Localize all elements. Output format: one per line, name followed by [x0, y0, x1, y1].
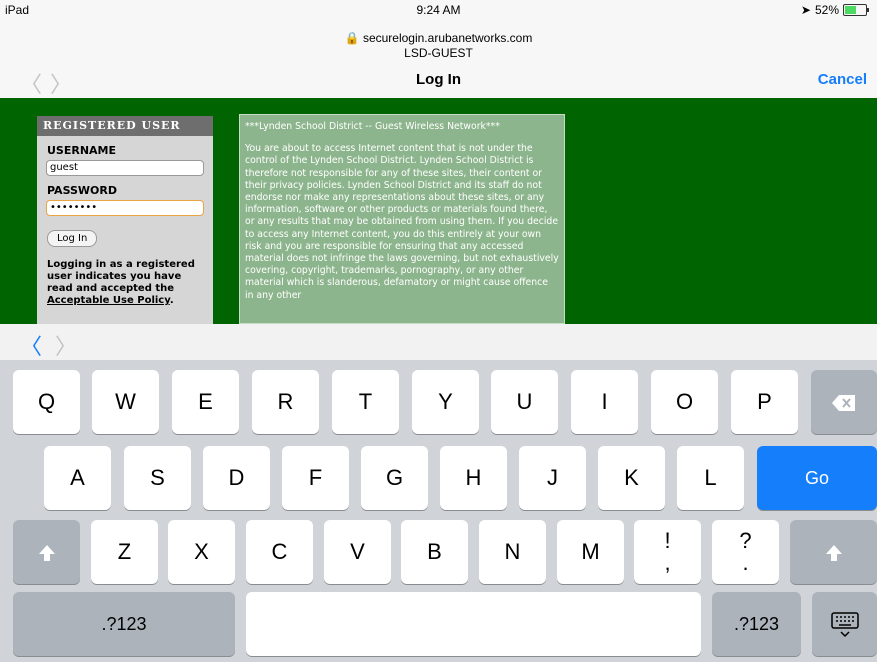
login-panel: REGISTERED USER USERNAME guest PASSWORD …: [37, 116, 213, 324]
password-field[interactable]: ••••••••: [46, 200, 204, 216]
backspace-icon: [832, 395, 855, 412]
cancel-button[interactable]: Cancel: [818, 71, 867, 88]
battery-percent: 52%: [814, 3, 839, 17]
notice-title: ***Lynden School District -- Guest Wirel…: [245, 121, 500, 132]
username-field[interactable]: guest: [46, 160, 204, 176]
shift-key-right[interactable]: [790, 520, 877, 584]
shift-key-left[interactable]: [13, 520, 80, 584]
key-p[interactable]: P: [731, 370, 798, 434]
key-t[interactable]: T: [332, 370, 399, 434]
key-q[interactable]: Q: [13, 370, 80, 434]
login-info: Logging in as a registered user indicate…: [47, 259, 195, 306]
status-bar: iPad 9:24 AM ➤ 52%: [0, 0, 877, 20]
key-exclamation-comma[interactable]: !,: [634, 520, 701, 584]
key-s[interactable]: S: [124, 446, 191, 510]
key-j[interactable]: J: [519, 446, 586, 510]
key-x[interactable]: X: [168, 520, 235, 584]
key-g[interactable]: G: [361, 446, 428, 510]
clock: 9:24 AM: [416, 3, 461, 17]
login-info-text: Logging in as a registered user indicate…: [47, 259, 195, 294]
battery-icon: [843, 4, 869, 16]
notice-panel: ***Lynden School District -- Guest Wirel…: [239, 114, 565, 324]
shift-icon: [825, 545, 842, 562]
key-r[interactable]: R: [252, 370, 319, 434]
network-name: LSD-GUEST: [404, 46, 473, 60]
key-z[interactable]: Z: [91, 520, 158, 584]
key-e[interactable]: E: [172, 370, 239, 434]
shift-icon: [38, 545, 55, 562]
keyboard: Q W E R T Y U I O P A S D F G H J K L Go…: [0, 360, 877, 662]
key-i[interactable]: I: [571, 370, 638, 434]
web-content: REGISTERED USER USERNAME guest PASSWORD …: [0, 98, 877, 324]
key-m[interactable]: M: [557, 520, 624, 584]
notice-body: You are about to access Internet content…: [245, 143, 559, 301]
key-b[interactable]: B: [401, 520, 468, 584]
key-d[interactable]: D: [203, 446, 270, 510]
navigation-bar: 〈 〉 Log In Cancel: [0, 60, 877, 99]
key-c[interactable]: C: [246, 520, 313, 584]
key-a[interactable]: A: [44, 446, 111, 510]
key-v[interactable]: V: [324, 520, 391, 584]
key-w[interactable]: W: [92, 370, 159, 434]
keyboard-icon: [830, 612, 859, 638]
delete-key[interactable]: [811, 370, 877, 434]
password-label: PASSWORD: [47, 184, 118, 197]
hide-keyboard-button[interactable]: [812, 592, 877, 656]
space-bar[interactable]: [246, 592, 701, 656]
login-header: REGISTERED USER: [37, 116, 213, 136]
key-o[interactable]: O: [651, 370, 718, 434]
status-right: ➤ 52%: [800, 3, 869, 17]
acceptable-use-link[interactable]: Acceptable Use Policy: [47, 295, 170, 306]
next-field-icon[interactable]: 〉: [55, 329, 77, 361]
numbers-key-left[interactable]: .?123: [13, 592, 235, 656]
key-f[interactable]: F: [282, 446, 349, 510]
username-label: USERNAME: [47, 144, 117, 157]
lock-icon: 🔒: [344, 31, 360, 45]
key-question-period[interactable]: ?.: [712, 520, 779, 584]
page-title: Log In: [416, 71, 461, 88]
location-icon: ➤: [800, 3, 811, 17]
key-l[interactable]: L: [677, 446, 744, 510]
address-bar[interactable]: 🔒 securelogin.arubanetworks.com LSD-GUES…: [0, 20, 877, 60]
url-host: securelogin.arubanetworks.com: [362, 31, 533, 45]
previous-field-icon[interactable]: 〈: [20, 329, 42, 361]
key-n[interactable]: N: [479, 520, 546, 584]
keyboard-accessory-bar: 〈 〉: [0, 324, 877, 361]
key-k[interactable]: K: [598, 446, 665, 510]
key-y[interactable]: Y: [412, 370, 479, 434]
login-button[interactable]: Log In: [47, 230, 98, 247]
go-button[interactable]: Go: [757, 446, 877, 510]
key-u[interactable]: U: [491, 370, 558, 434]
key-h[interactable]: H: [440, 446, 507, 510]
numbers-key-right[interactable]: .?123: [712, 592, 801, 656]
